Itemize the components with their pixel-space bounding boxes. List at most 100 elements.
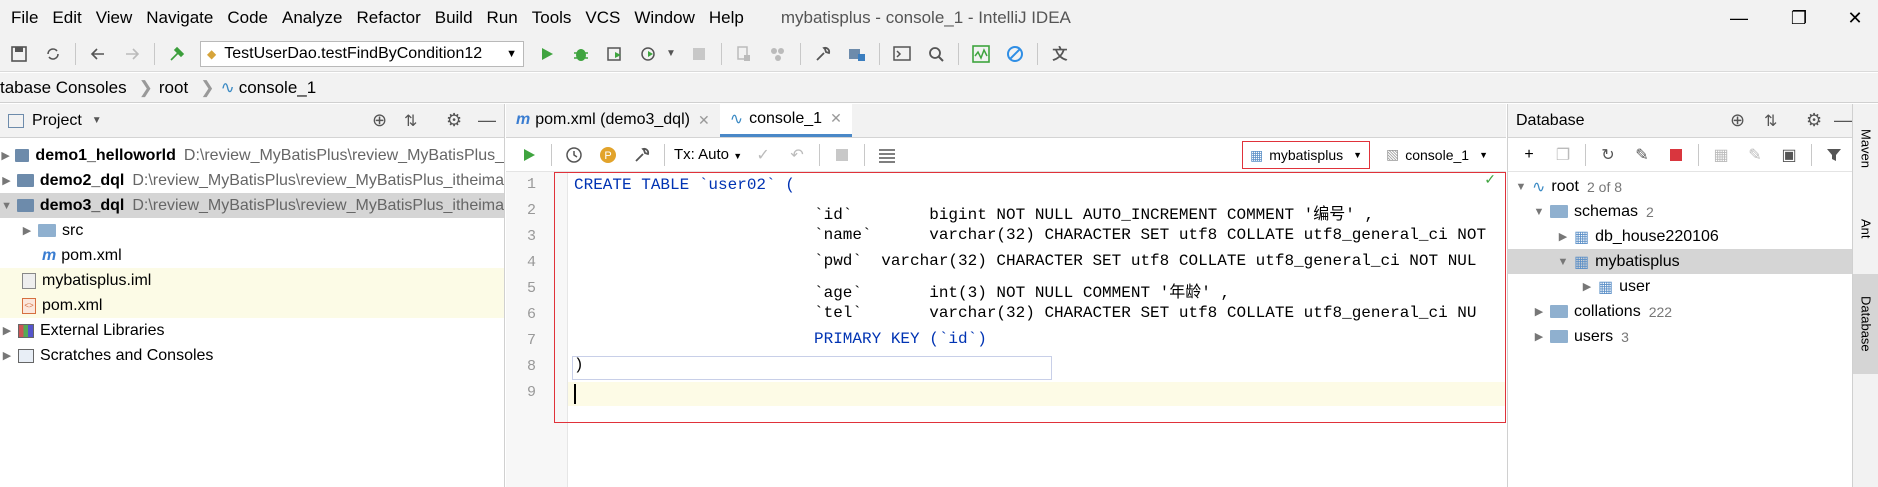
restore-icon[interactable]: ❐: [1776, 0, 1822, 36]
build-hammer-icon[interactable]: [164, 41, 190, 67]
translate-icon[interactable]: 文: [1047, 41, 1073, 67]
search-icon[interactable]: [923, 41, 949, 67]
menu-tools[interactable]: Tools: [525, 0, 579, 36]
hide-panel-icon[interactable]: —: [478, 110, 496, 131]
chevron-right-icon[interactable]: ▶: [20, 224, 34, 237]
menu-build[interactable]: Build: [428, 0, 480, 36]
minimize-icon[interactable]: —: [1716, 0, 1762, 36]
session-select[interactable]: ▧ console_1 ▼: [1386, 146, 1488, 163]
terminal-icon[interactable]: [889, 41, 915, 67]
profile-icon[interactable]: [636, 41, 662, 67]
menu-file[interactable]: File: [4, 0, 45, 36]
menu-refactor[interactable]: Refactor: [349, 0, 427, 36]
chevron-right-icon[interactable]: ▶: [1556, 230, 1570, 243]
hide-panel-icon[interactable]: —: [1834, 110, 1852, 131]
stop-icon[interactable]: [686, 41, 712, 67]
db-tree-user-table[interactable]: ▶ ▦ user: [1508, 274, 1852, 299]
query-console-icon[interactable]: ▣: [1776, 142, 1802, 168]
save-all-icon[interactable]: [6, 41, 32, 67]
edit-icon[interactable]: ✎: [1742, 142, 1768, 168]
chevron-right-icon[interactable]: ▶: [0, 174, 13, 187]
transaction-mode-select[interactable]: Tx: Auto ▼: [674, 146, 742, 163]
sql-editor[interactable]: 1 2 3 4 5 6 7 8 9 CREATE TABLE `user02` …: [506, 172, 1506, 487]
breadcrumb-console[interactable]: console_1: [239, 78, 317, 98]
datasource-select[interactable]: ▦ mybatisplus ▼: [1242, 141, 1370, 169]
tree-item-iml[interactable]: mybatisplus.iml: [0, 268, 504, 293]
chevron-right-icon[interactable]: ▶: [1532, 305, 1546, 318]
db-tree-db-house[interactable]: ▶ ▦ db_house220106: [1508, 224, 1852, 249]
add-icon[interactable]: +: [1516, 142, 1542, 168]
locate-icon[interactable]: ⊕: [1730, 110, 1745, 131]
menu-analyze[interactable]: Analyze: [275, 0, 349, 36]
cluster-icon[interactable]: [765, 41, 791, 67]
tree-item-src[interactable]: ▶ src: [0, 218, 504, 243]
tree-item-demo2[interactable]: ▶ demo2_dql D:\review_MyBatisPlus\review…: [0, 168, 504, 193]
copy-icon[interactable]: ❐: [1550, 142, 1576, 168]
disconnect-icon[interactable]: [1663, 142, 1689, 168]
chevron-down-icon[interactable]: ▼: [666, 48, 676, 59]
execute-icon[interactable]: [516, 142, 542, 168]
activity-monitor-icon[interactable]: [968, 41, 994, 67]
gear-icon[interactable]: ⚙: [1806, 110, 1822, 131]
tree-item-demo1[interactable]: ▶ demo1_helloworld D:\review_MyBatisPlus…: [0, 143, 504, 168]
table-icon[interactable]: ▦: [1708, 142, 1734, 168]
refresh-icon[interactable]: ↻: [1595, 142, 1621, 168]
tree-item-external-libraries[interactable]: ▶ External Libraries: [0, 318, 504, 343]
menu-help[interactable]: Help: [702, 0, 751, 36]
tree-item-scratches[interactable]: ▶ Scratches and Consoles: [0, 343, 504, 368]
back-icon[interactable]: [85, 41, 111, 67]
rollback-icon[interactable]: ↶: [784, 142, 810, 168]
tool-tab-ant[interactable]: Ant: [1853, 204, 1878, 254]
parameters-icon[interactable]: P: [595, 142, 621, 168]
debug-icon[interactable]: [568, 41, 594, 67]
power-save-icon[interactable]: [1002, 41, 1028, 67]
forward-icon[interactable]: [119, 41, 145, 67]
chevron-right-icon[interactable]: ▶: [1580, 280, 1594, 293]
chevron-down-icon[interactable]: ▼: [92, 115, 102, 126]
db-tree-root[interactable]: ▼ ∿ root 2 of 8: [1508, 174, 1852, 199]
chevron-down-icon[interactable]: ▼: [1532, 206, 1546, 218]
menu-edit[interactable]: Edit: [45, 0, 88, 36]
close-tab-icon[interactable]: ✕: [698, 112, 710, 129]
coverage-icon[interactable]: [602, 41, 628, 67]
menu-code[interactable]: Code: [220, 0, 275, 36]
settings-wrench-icon[interactable]: [810, 41, 836, 67]
menu-view[interactable]: View: [89, 0, 140, 36]
close-icon[interactable]: ✕: [1832, 0, 1878, 36]
menu-window[interactable]: Window: [627, 0, 701, 36]
close-tab-icon[interactable]: ✕: [830, 110, 842, 127]
gear-icon[interactable]: ⚙: [446, 110, 462, 131]
filter-icon[interactable]: [1821, 142, 1847, 168]
db-tree-users[interactable]: ▶ users 3: [1508, 324, 1852, 349]
commit-icon[interactable]: ✓: [750, 142, 776, 168]
tab-console[interactable]: ∿ console_1 ✕: [719, 103, 852, 137]
attach-debugger-icon[interactable]: [731, 41, 757, 67]
tree-item-root-pom[interactable]: <> pom.xml: [0, 293, 504, 318]
cancel-statement-icon[interactable]: [829, 142, 855, 168]
tab-pom-xml[interactable]: m pom.xml (demo3_dql) ✕: [506, 103, 720, 137]
db-tree-schemas[interactable]: ▼ schemas 2: [1508, 199, 1852, 224]
menu-navigate[interactable]: Navigate: [139, 0, 220, 36]
history-icon[interactable]: [561, 142, 587, 168]
tree-item-demo3[interactable]: ▼ demo3_dql D:\review_MyBatisPlus\review…: [0, 193, 504, 218]
breadcrumb-database-consoles[interactable]: tabase Consoles: [0, 78, 127, 98]
data-source-properties-icon[interactable]: ✎: [1629, 142, 1655, 168]
collapse-all-icon[interactable]: ⇅: [404, 111, 417, 131]
project-structure-icon[interactable]: [844, 41, 870, 67]
tree-item-pom[interactable]: m pom.xml: [0, 243, 504, 268]
chevron-down-icon[interactable]: ▼: [1556, 256, 1570, 268]
db-tree-collations[interactable]: ▶ collations 222: [1508, 299, 1852, 324]
run-icon[interactable]: [534, 41, 560, 67]
run-configuration-select[interactable]: ◆ TestUserDao.testFindByCondition12 ▼: [200, 40, 524, 67]
chevron-right-icon[interactable]: ▶: [0, 349, 14, 362]
breadcrumb-root[interactable]: root: [159, 78, 188, 98]
collapse-all-icon[interactable]: ⇅: [1764, 111, 1777, 131]
chevron-right-icon[interactable]: ▶: [0, 324, 14, 337]
locate-icon[interactable]: ⊕: [372, 110, 387, 131]
sync-icon[interactable]: [40, 41, 66, 67]
menu-run[interactable]: Run: [480, 0, 525, 36]
tool-tab-database[interactable]: Database: [1853, 274, 1878, 374]
menu-vcs[interactable]: VCS: [578, 0, 627, 36]
chevron-right-icon[interactable]: ▶: [0, 149, 11, 162]
chevron-down-icon[interactable]: ▼: [1514, 181, 1528, 193]
